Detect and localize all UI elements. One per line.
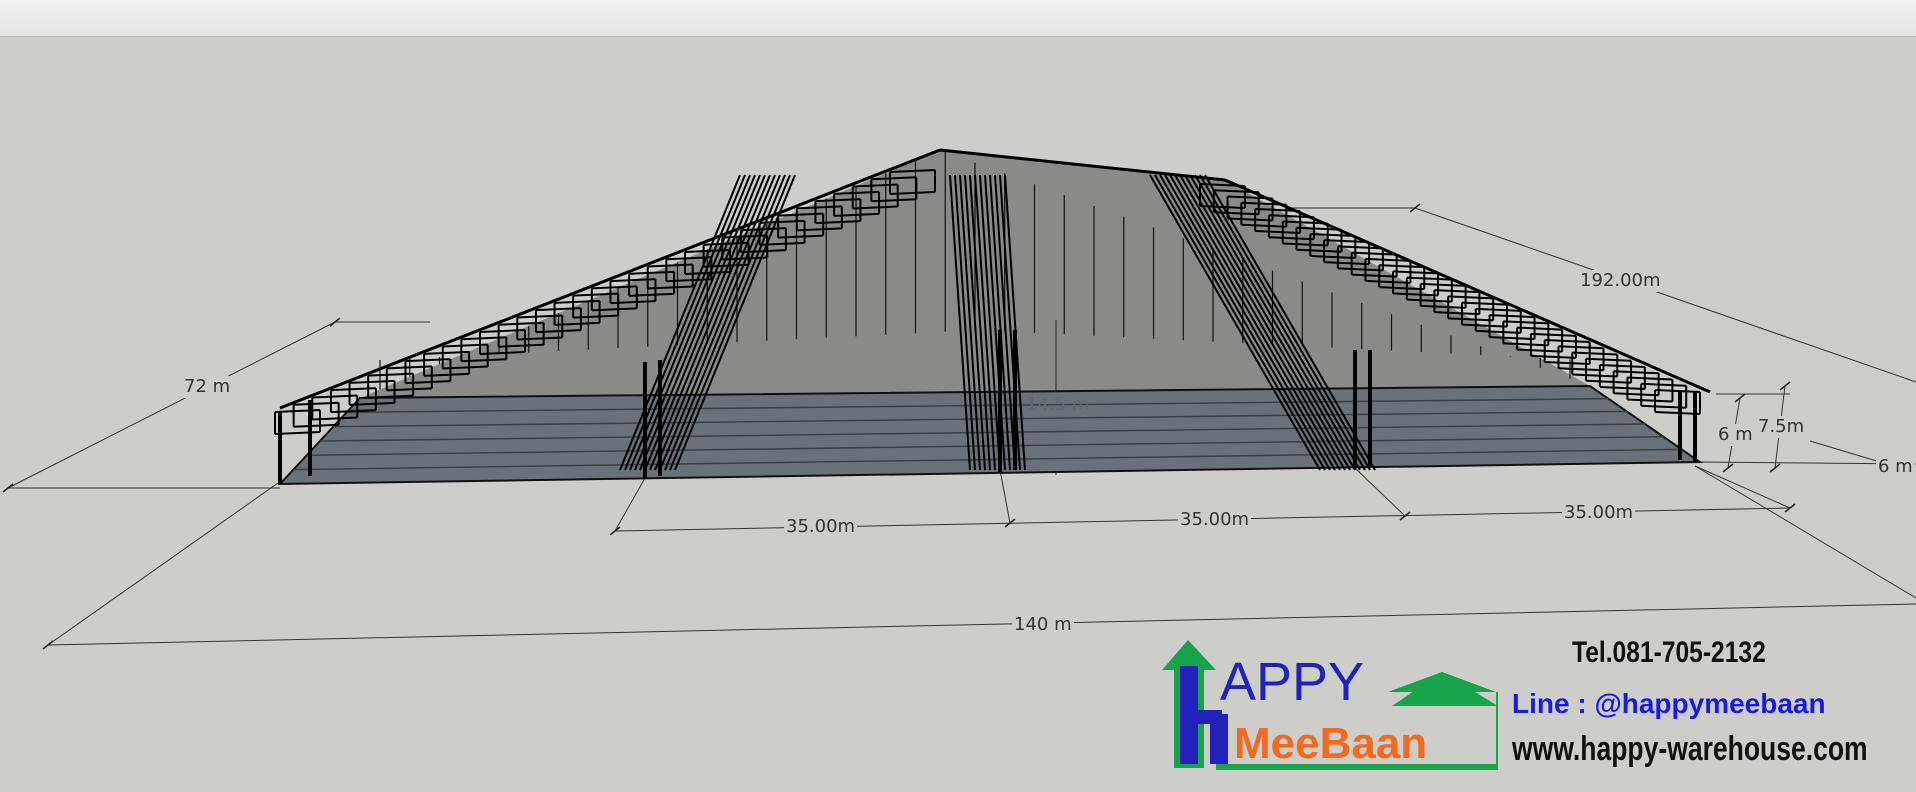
contact-telephone: Tel.081-705-2132	[1572, 636, 1766, 669]
truss-frame-right	[1599, 364, 1645, 369]
truss-frame-right	[1420, 282, 1466, 287]
truss-frame-right	[1475, 307, 1521, 312]
truss-frame-right	[1599, 386, 1645, 391]
happy-meebaan-logo: APPY MeeBaan	[1162, 640, 1498, 770]
truss-frame-right	[1544, 339, 1590, 344]
dimension-bay-2: 35.00m	[1178, 509, 1252, 531]
truss-frame-right	[1448, 295, 1494, 300]
truss-frame-right	[1517, 326, 1563, 331]
truss-frame-right	[1627, 376, 1673, 381]
truss-frame-right	[1489, 314, 1535, 319]
truss-frame-right	[1558, 367, 1604, 372]
logo-h-right-bar	[1210, 714, 1228, 764]
truss-frame-right	[1572, 373, 1618, 378]
truss-frame-right	[1613, 370, 1659, 375]
logo-word-top: APPY	[1220, 652, 1364, 712]
dimension-bay-1: 35.00m	[784, 516, 858, 538]
dimension-right-depth: 192.00m	[1578, 270, 1663, 292]
truss-frame-right	[1461, 301, 1508, 306]
logo-word-bottom: MeeBaan	[1234, 719, 1427, 768]
truss-frame-right	[1434, 289, 1480, 294]
truss-frame-right	[1530, 332, 1576, 337]
truss-frame-right	[1613, 392, 1659, 397]
dimension-side-c: 6 m	[1876, 456, 1915, 478]
truss-frame-right	[1627, 398, 1673, 403]
truss-frame-right	[1406, 276, 1452, 281]
dimension-height: 14.5 m	[1026, 394, 1090, 415]
truss-frame-right	[1654, 389, 1701, 393]
truss-frame-right	[1572, 351, 1618, 356]
dimension-total-width: 140 m	[1012, 614, 1074, 636]
contact-website: www.happy-warehouse.com	[1512, 730, 1868, 768]
logo-h-left-bar	[1180, 666, 1198, 764]
truss-frame-right	[1586, 357, 1632, 362]
warehouse-3d-model	[2, 148, 1916, 650]
dimension-side-a: 6 m	[1716, 424, 1755, 446]
truss-frame-right	[1558, 345, 1604, 350]
truss-frame-right	[1586, 379, 1632, 384]
contact-line-id: Line : @happymeebaan	[1512, 688, 1826, 719]
dimension-side-b: 7.5m	[1756, 416, 1807, 438]
truss-frame-right	[1503, 320, 1549, 325]
truss-frame-right	[1641, 382, 1687, 387]
dimension-bay-3: 35.00m	[1562, 502, 1636, 524]
dimension-left-depth: 72 m	[182, 376, 233, 398]
truss-frame-left	[293, 423, 339, 428]
truss-frame-right	[1544, 361, 1590, 366]
